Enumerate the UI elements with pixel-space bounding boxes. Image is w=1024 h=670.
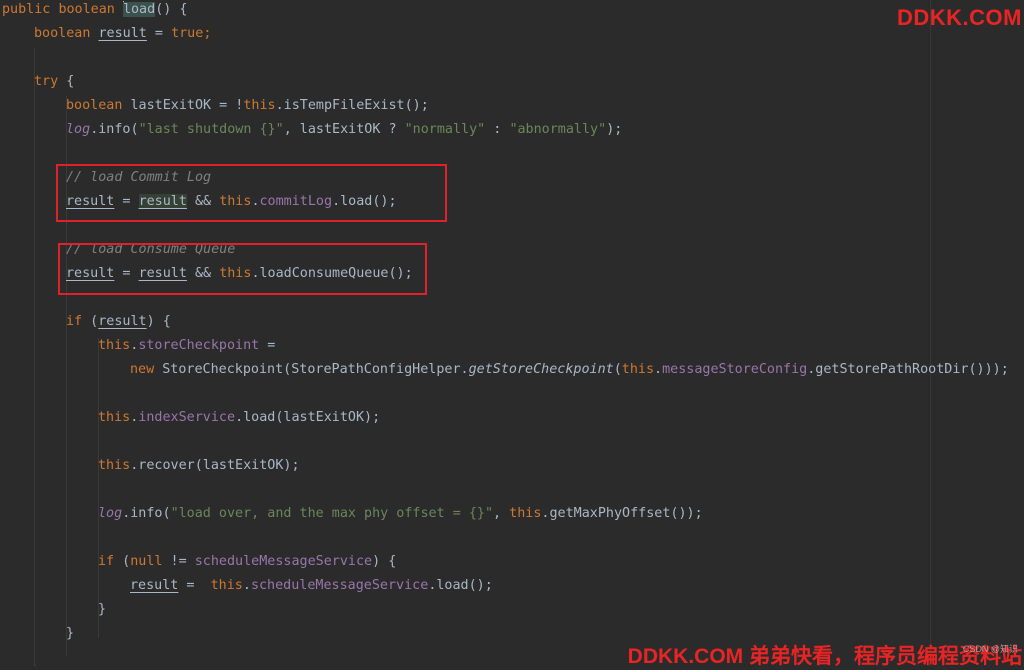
code-line-27[interactable]: }: [66, 622, 74, 646]
code-line-20[interactable]: this.recover(lastExitOK);: [98, 454, 300, 478]
code-line-26[interactable]: }: [98, 598, 106, 622]
code-line-2[interactable]: boolean result = true;: [34, 22, 211, 46]
code-line-24[interactable]: if (null != scheduleMessageService) {: [98, 550, 396, 574]
indent-guide: [34, 48, 35, 666]
code-editor[interactable]: public boolean load() { boolean result =…: [0, 0, 1024, 666]
code-line-14[interactable]: if (result) {: [66, 310, 171, 334]
code-line-15[interactable]: this.storeCheckpoint =: [98, 334, 275, 358]
code-line-1[interactable]: public boolean load() {: [2, 0, 187, 22]
right-margin-guide: [930, 0, 931, 666]
indent-guide: [98, 338, 99, 638]
code-line-16[interactable]: new StoreCheckpoint(StorePathConfigHelpe…: [130, 358, 1009, 382]
method-name[interactable]: load: [122, 2, 156, 17]
highlight-box-commit-log: [56, 164, 447, 222]
code-line-5[interactable]: boolean lastExitOK = !this.isTempFileExi…: [66, 94, 429, 118]
code-line-22[interactable]: log.info("load over, and the max phy off…: [98, 502, 703, 526]
watermark-top: DDKK.COM: [897, 5, 1022, 30]
code-line-25[interactable]: result = this.scheduleMessageService.loa…: [130, 574, 493, 598]
code-line-4[interactable]: try {: [34, 70, 74, 94]
code-line-6[interactable]: log.info("last shutdown {}", lastExitOK …: [66, 118, 622, 142]
code-line-18[interactable]: this.indexService.load(lastExitOK);: [98, 406, 380, 430]
watermark-csdn: CSDN @知识: [962, 644, 1018, 654]
highlight-box-consume-queue: [58, 243, 427, 295]
